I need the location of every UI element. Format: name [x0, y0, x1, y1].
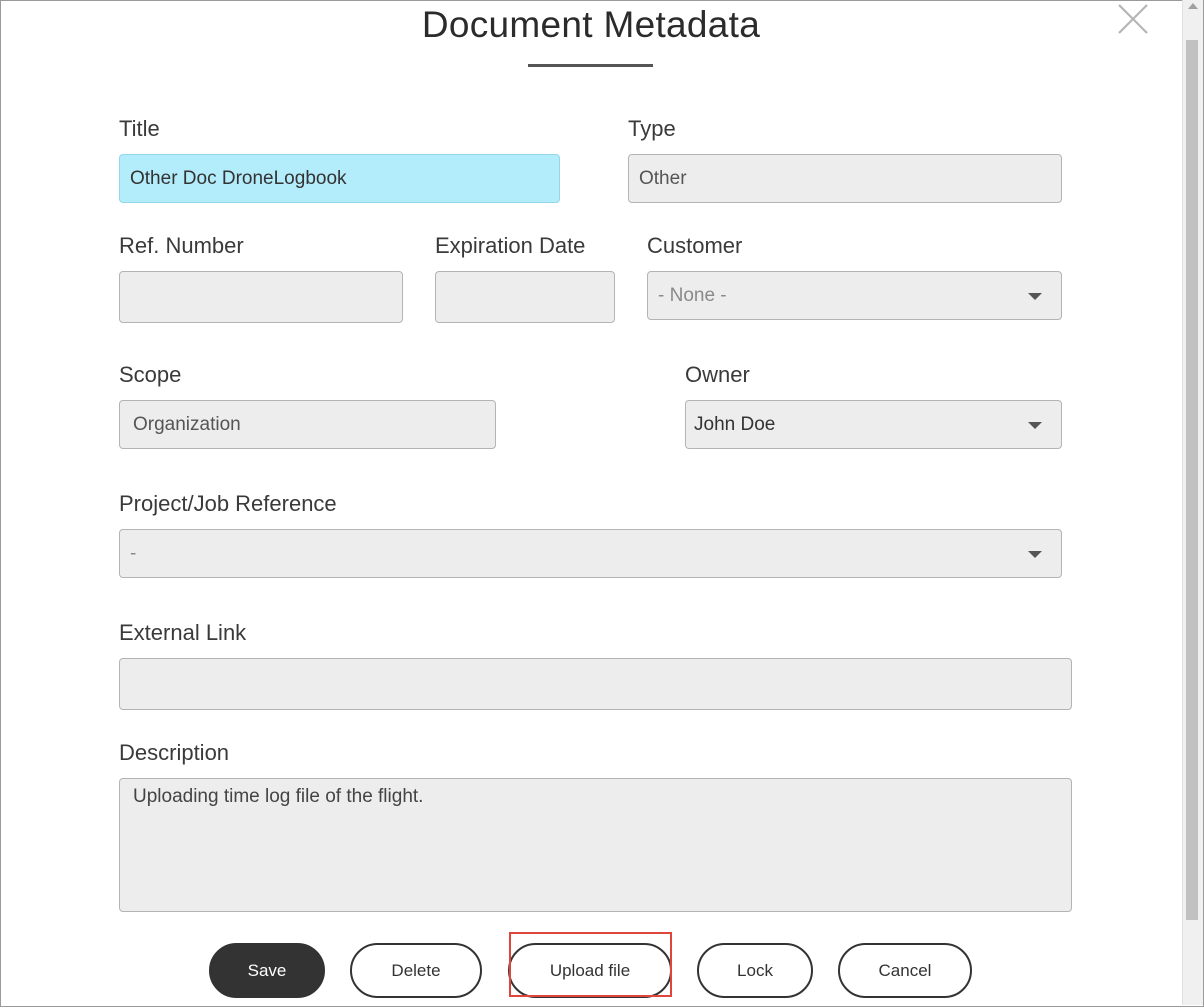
- project-value: -: [130, 542, 137, 564]
- scrollbar-thumb[interactable]: [1186, 40, 1198, 920]
- owner-label: Owner: [685, 362, 750, 387]
- type-field: Other: [628, 154, 1062, 203]
- scroll-up-arrow-icon[interactable]: [1188, 3, 1198, 9]
- chevron-down-icon: [1028, 421, 1042, 429]
- dialog-title: Document Metadata: [421, 4, 761, 45]
- owner-value: John Doe: [694, 413, 776, 435]
- save-button[interactable]: Save: [209, 943, 325, 998]
- scope-field: Organization: [119, 400, 496, 449]
- description-label: Description: [119, 740, 230, 765]
- title-input-value: Other Doc DroneLogbook: [130, 167, 347, 189]
- customer-label: Customer: [647, 233, 743, 258]
- customer-select[interactable]: - None -: [647, 271, 1062, 320]
- external-link-input[interactable]: [119, 658, 1072, 710]
- owner-select[interactable]: John Doe: [685, 400, 1062, 449]
- delete-button[interactable]: Delete: [350, 943, 482, 998]
- ref-number-input[interactable]: [119, 271, 403, 323]
- description-value: Uploading time log file of the flight.: [133, 786, 424, 807]
- lock-button[interactable]: Lock: [697, 943, 813, 998]
- cancel-button[interactable]: Cancel: [838, 943, 972, 998]
- upload-button-highlight: [509, 932, 672, 997]
- document-metadata-dialog: Document Metadata Title Other Doc DroneL…: [0, 0, 1182, 1007]
- customer-value: - None -: [658, 284, 727, 306]
- description-textarea[interactable]: Uploading time log file of the flight.: [119, 778, 1072, 912]
- chevron-down-icon: [1028, 292, 1042, 300]
- external-link-label: External Link: [119, 620, 247, 645]
- project-select[interactable]: -: [119, 529, 1062, 578]
- expiration-date-label: Expiration Date: [435, 233, 586, 258]
- vertical-scrollbar[interactable]: [1182, 0, 1203, 1005]
- project-label: Project/Job Reference: [119, 491, 337, 516]
- type-label: Type: [628, 116, 676, 141]
- type-value: Other: [639, 167, 687, 189]
- ref-number-label: Ref. Number: [119, 233, 244, 258]
- scope-value: Organization: [133, 413, 241, 435]
- expiration-date-input[interactable]: [435, 271, 615, 323]
- scope-label: Scope: [119, 362, 182, 387]
- title-underline: [528, 64, 653, 67]
- close-icon[interactable]: [1116, 2, 1150, 36]
- title-label: Title: [119, 116, 160, 141]
- chevron-down-icon: [1028, 550, 1042, 558]
- title-input[interactable]: Other Doc DroneLogbook: [119, 154, 560, 203]
